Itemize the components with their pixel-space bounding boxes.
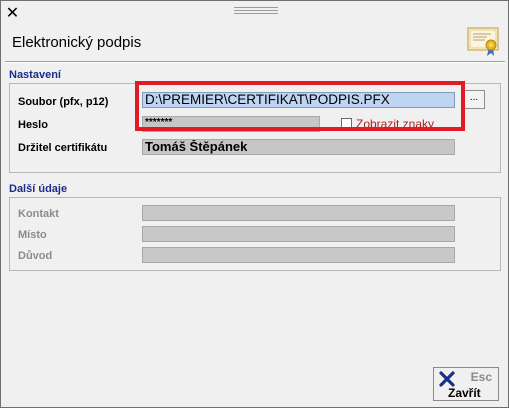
highlight-box [135,81,465,131]
browse-button[interactable]: ... [463,90,485,109]
contact-label: Kontakt [18,208,59,220]
drag-grip[interactable] [234,7,278,15]
section-title-other: Další údaje [9,183,68,195]
close-button[interactable]: Esc Zavřít [433,367,499,401]
password-label: Heslo [18,119,48,131]
dialog-title: Elektronický podpis [12,34,142,51]
file-label: Soubor (pfx, p12) [18,96,109,108]
x-icon [439,371,455,387]
place-input[interactable] [142,226,455,242]
holder-label: Držitel certifikátu [18,142,108,154]
close-icon[interactable]: ✕ [4,4,21,21]
close-button-label: Zavřít [448,386,481,400]
section-title-settings: Nastavení [9,69,61,81]
holder-field: Tomáš Štěpánek [142,139,455,155]
certificate-icon [467,27,499,56]
header-separator [5,61,505,63]
reason-label: Důvod [18,250,53,262]
place-label: Místo [18,229,47,241]
reason-input[interactable] [142,247,455,263]
contact-input[interactable] [142,205,455,221]
dialog-window: ✕ Elektronický podpis Nastavení Soubor (… [0,0,509,408]
esc-shortcut-label: Esc [470,370,492,384]
